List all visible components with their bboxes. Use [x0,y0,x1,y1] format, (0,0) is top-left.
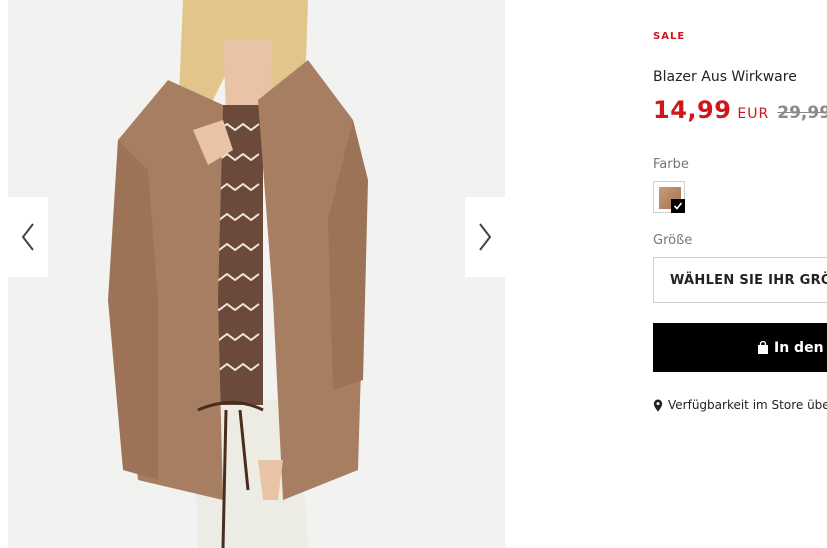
size-select[interactable]: WÄHLEN SIE IHR GRÖ [653,257,827,303]
gallery-prev-button[interactable] [8,197,48,277]
price-currency: EUR [737,106,770,122]
product-image-gallery [8,0,505,548]
product-photo [8,0,505,548]
chevron-left-icon [21,223,34,251]
color-label: Farbe [653,157,689,172]
map-pin-icon [653,399,663,411]
store-availability-label: Verfügbarkeit im Store übe [668,398,827,412]
current-price: 14,99 [653,96,732,124]
size-select-placeholder: WÄHLEN SIE IHR GRÖ [670,272,827,288]
store-availability-link[interactable]: Verfügbarkeit im Store übe [653,398,827,412]
shopping-bag-icon [758,341,768,354]
product-title: Blazer Aus Wirkware [653,69,797,85]
chevron-right-icon [479,223,492,251]
add-to-cart-button[interactable]: In den [653,323,827,372]
sale-badge: SALE [653,31,686,42]
price-row: 14,99 EUR 29,99 [653,96,827,124]
gallery-next-button[interactable] [465,197,505,277]
add-to-cart-label: In den [774,339,824,356]
size-label: Größe [653,233,693,248]
checkmark-icon [671,199,685,213]
color-swatch[interactable] [653,181,685,213]
old-price: 29,99 [777,103,827,123]
product-info-panel: SALE Blazer Aus Wirkware 14,99 EUR 29,99 F… [653,0,827,548]
